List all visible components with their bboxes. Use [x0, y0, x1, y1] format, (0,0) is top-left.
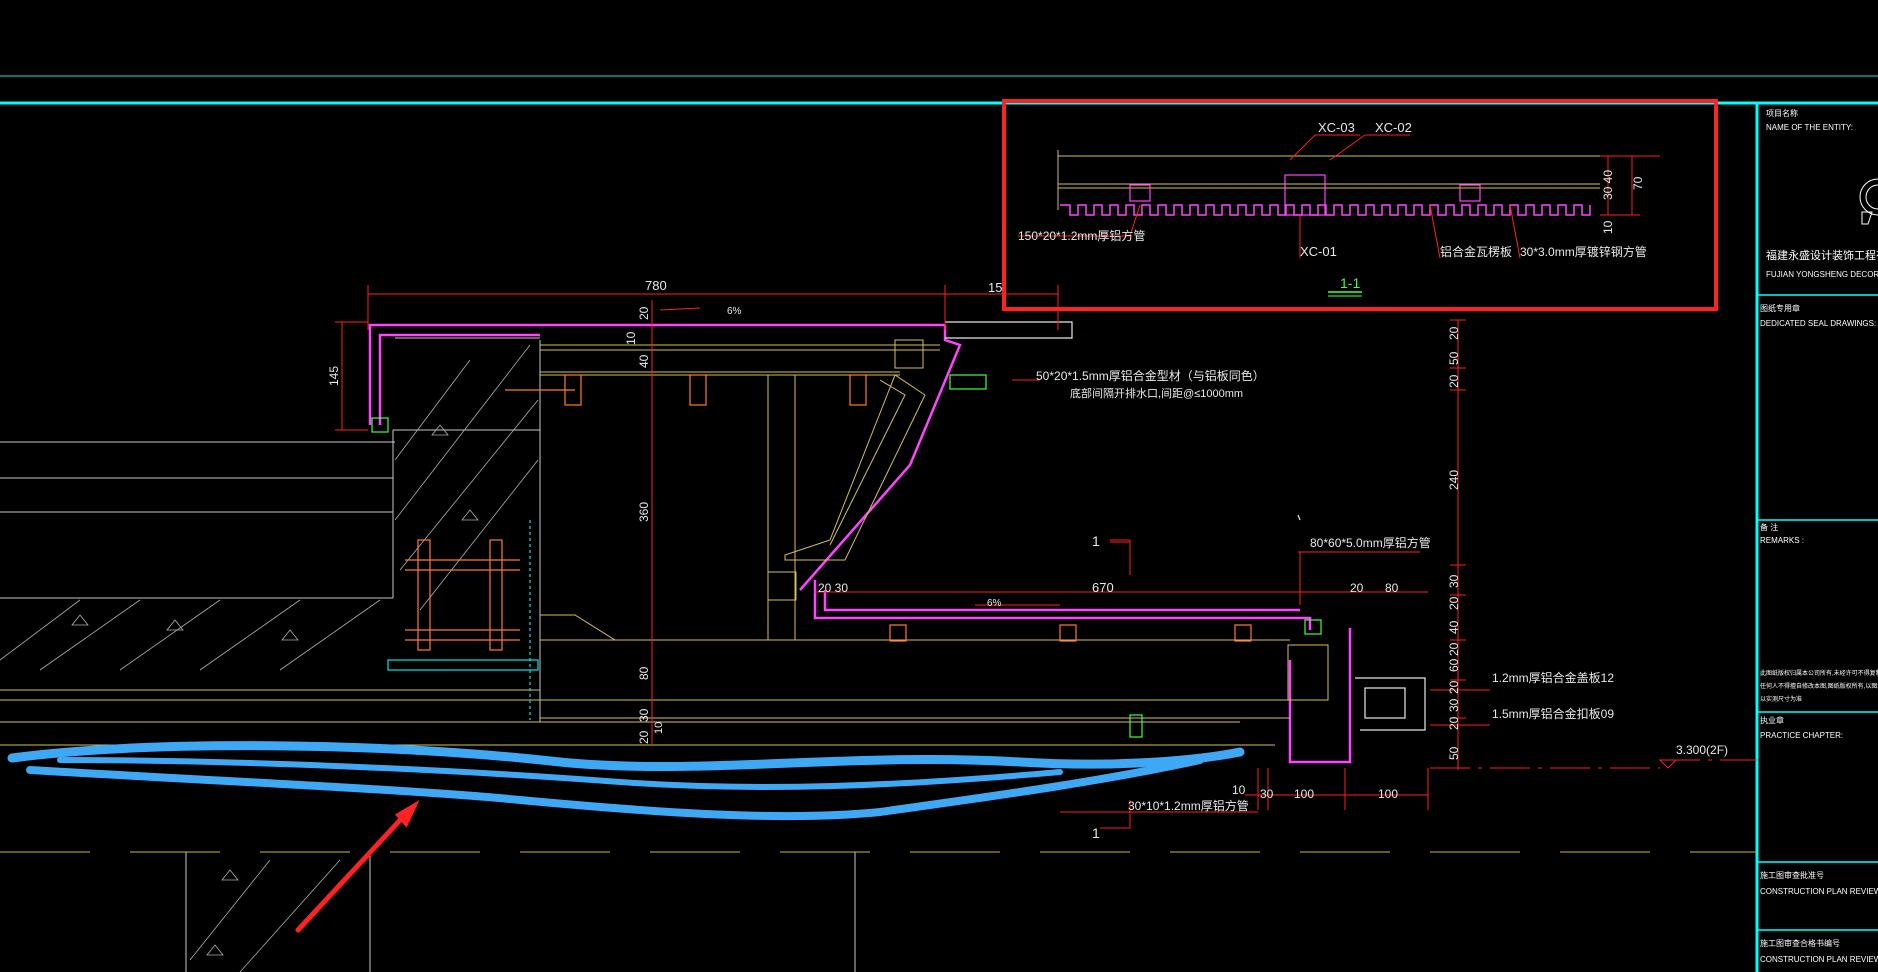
- tb-company-cn: 福建永盛设计装饰工程有限公: [1766, 248, 1878, 262]
- tb-entity-en: NAME OF THE ENTITY:: [1766, 123, 1853, 132]
- r-dim-30b: 30: [1447, 698, 1461, 712]
- tb-practice-en: PRACTICE CHAPTER:: [1760, 731, 1843, 740]
- dim-15: 15: [988, 280, 1002, 295]
- label-tube150: 150*20*1.2mm厚铝方管: [1018, 228, 1145, 243]
- dim-20c: 20: [1350, 581, 1364, 595]
- callout-tube30: 30*10*1.2mm厚铝方管: [1128, 798, 1249, 813]
- dimension-lines: [335, 285, 1757, 829]
- tb-practice-cn: 执业章: [1760, 715, 1784, 725]
- b-dim-10: 10: [1232, 783, 1246, 797]
- r-dim-50b: 50: [1447, 746, 1461, 760]
- dim-20-30: 20 30: [818, 581, 848, 595]
- label-xc03: XC-03: [1318, 120, 1355, 135]
- slope-top: 6%: [727, 306, 742, 317]
- label-xc02: XC-02: [1375, 120, 1412, 135]
- b-dim-100a: 100: [1294, 787, 1314, 801]
- cad-drawing-canvas[interactable]: XC-03 XC-02 XC-01 150*20*1.2mm厚铝方管 铝合金瓦楞…: [0, 0, 1878, 972]
- tb-review-en: CONSTRUCTION PLAN REVIEW AP: [1760, 887, 1878, 896]
- dim-40a: 40: [637, 354, 651, 368]
- title-block: [1757, 178, 1878, 931]
- tb-review-cn: 施工图审查批准号: [1760, 870, 1824, 880]
- tb-entity-cn: 项目名称: [1766, 108, 1798, 118]
- dim-145: 145: [327, 366, 341, 386]
- r-dim-30: 30: [1447, 574, 1461, 588]
- dim-80b: 80: [1385, 581, 1399, 595]
- r-dim-20d: 20: [1447, 642, 1461, 656]
- dim-30-40: 30 40: [1601, 170, 1615, 200]
- dim-780: 780: [645, 278, 667, 293]
- callout-drain: 底部间隔开排水口,间距@≤1000mm: [1070, 386, 1243, 400]
- drawing-frame: [0, 75, 1878, 972]
- tb-note-2: 任何人不得擅自修改本图,图纸版权所有,以图示尺寸为: [1760, 682, 1878, 690]
- label-tube30: 30*3.0mm厚镀锌钢方管: [1520, 244, 1647, 259]
- section-title: 1-1: [1340, 275, 1360, 291]
- dim-360: 360: [637, 502, 651, 522]
- tb-review2-cn: 施工图审查合格书编号: [1760, 938, 1840, 948]
- r-dim-20: 20: [1447, 326, 1461, 340]
- dim-10b: 10: [653, 722, 665, 734]
- company-logo-icon: [1859, 178, 1878, 225]
- dim-70: 70: [1631, 176, 1645, 190]
- elevation-mark: 3.300(2F): [1676, 743, 1728, 757]
- r-dim-20b: 20: [1447, 374, 1461, 388]
- dim-20a: 20: [637, 306, 651, 320]
- handdrawn-annotation: [7, 741, 1245, 821]
- dim-670: 670: [1092, 580, 1114, 595]
- slope-mid: 6%: [987, 598, 1002, 609]
- label-xc01: XC-01: [1300, 244, 1337, 259]
- tb-seal-en: DEDICATED SEAL DRAWINGS:: [1760, 319, 1876, 328]
- tb-seal-cn: 图纸专用章: [1760, 303, 1800, 313]
- r-dim-60: 60: [1447, 658, 1461, 672]
- dim-30a: 30: [637, 708, 651, 722]
- slab-structure: [0, 337, 1275, 972]
- edge-flashing: [945, 321, 1426, 731]
- section-mark-bottom: 1: [1092, 825, 1100, 841]
- section-mark-top: 1: [1092, 533, 1100, 549]
- b-dim-30: 30: [1260, 787, 1274, 801]
- tb-review2-en: CONSTRUCTION PLAN REVIEW CE: [1760, 955, 1878, 964]
- label-tile: 铝合金瓦楞板: [1440, 244, 1512, 259]
- r-dim-40: 40: [1447, 620, 1461, 634]
- dim-10: 10: [1601, 220, 1615, 234]
- dim-10a: 10: [624, 331, 638, 345]
- callout-cover: 1.2mm厚铝合金盖板12: [1492, 670, 1614, 685]
- callout-tube80: 80*60*5.0mm厚铝方管: [1310, 535, 1431, 550]
- dim-80a: 80: [637, 666, 651, 680]
- callout-trim: 1.5mm厚铝合金扣板09: [1492, 706, 1614, 721]
- tb-remarks-cn: 备 注: [1760, 522, 1778, 532]
- tb-note-1: 此图纸版权归属本公司所有,未经许可不得复制或用于他: [1760, 669, 1878, 677]
- dim-20b: 20: [637, 730, 651, 744]
- tb-note-3: 以实测尺寸为准: [1760, 695, 1802, 703]
- callout-profile: 50*20*1.5mm厚铝合金型材（与铝板同色）: [1036, 368, 1265, 383]
- r-dim-20c: 20: [1447, 596, 1461, 610]
- b-dim-100b: 100: [1378, 787, 1398, 801]
- r-dim-20e: 20: [1447, 680, 1461, 694]
- red-arrow-icon: [295, 799, 420, 933]
- concrete-hatch: [0, 344, 539, 972]
- tb-remarks-en: REMARKS :: [1760, 536, 1804, 545]
- r-dim-20f: 20: [1447, 716, 1461, 730]
- r-dim-240: 240: [1447, 470, 1461, 490]
- r-dim-50: 50: [1447, 351, 1461, 365]
- tb-company-en: FUJIAN YONGSHENG DECORA: [1766, 270, 1878, 279]
